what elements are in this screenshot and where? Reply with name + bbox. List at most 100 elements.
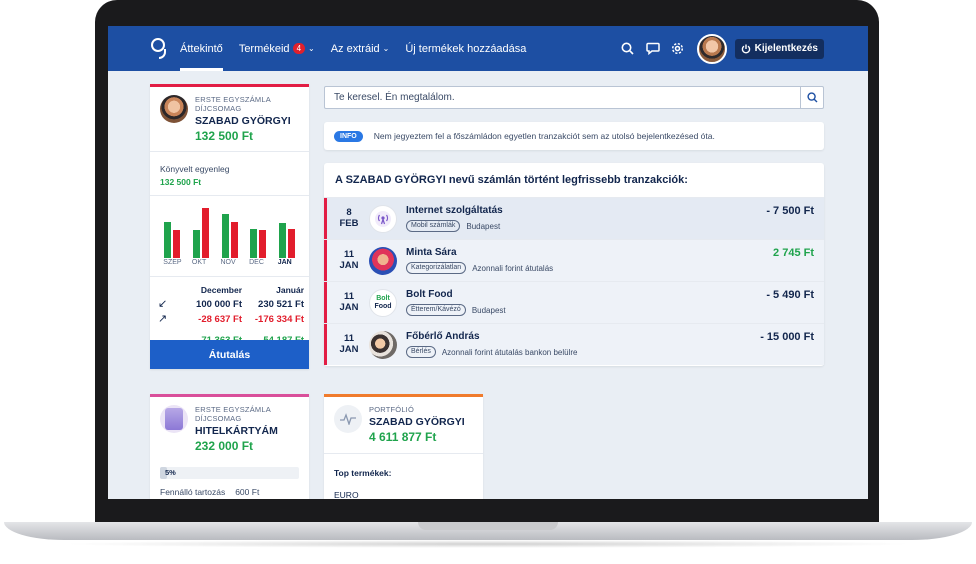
search-icon bbox=[806, 92, 817, 103]
account-owner: SZABAD GYÖRGYI bbox=[195, 115, 291, 127]
account-card[interactable]: ERSTE EGYSZÁMLA DÍJCSOMAG SZABAD GYÖRGYI… bbox=[150, 84, 309, 369]
transaction-amount: 2 745 Ft bbox=[773, 247, 814, 259]
nav-overview[interactable]: Áttekintő bbox=[180, 26, 223, 71]
bar-nov-income bbox=[221, 214, 229, 258]
contact-avatar bbox=[369, 331, 397, 359]
transaction-row[interactable]: 11 JAN Bolt Food Bolt Food Étterem/Kávézó B… bbox=[324, 281, 824, 323]
search-icon[interactable] bbox=[620, 41, 636, 57]
header-tools: Kijelentkezés bbox=[620, 33, 868, 64]
portfolio-card[interactable]: PORTFÓLIÓ SZABAD GYÖRGYI 4 611 877 Ft To… bbox=[324, 394, 483, 499]
income-december: 100 000 Ft bbox=[196, 299, 242, 310]
bar-okt-income bbox=[192, 230, 200, 258]
expense-january: -176 334 Ft bbox=[254, 314, 304, 325]
compare-col-december: December bbox=[200, 285, 242, 295]
divider bbox=[150, 195, 309, 196]
divider bbox=[150, 276, 309, 277]
user-avatar[interactable] bbox=[696, 33, 727, 64]
credit-card-name: HITELKÁRTYÁM bbox=[195, 425, 278, 437]
transaction-details: Étterem/Kávézó Budapest bbox=[406, 304, 506, 316]
transaction-details: Bérlés Azonnali forint átutalás bankon be… bbox=[406, 346, 578, 358]
transaction-month: JAN bbox=[339, 302, 359, 313]
transaction-row[interactable]: 11 JAN Főbérlő András Bérlés Azonnali fori… bbox=[324, 323, 824, 365]
transaction-details: Mobil számlák Budapest bbox=[406, 220, 500, 232]
account-balance: 132 500 Ft bbox=[195, 129, 254, 143]
bar-jan-income bbox=[278, 223, 286, 258]
bar-nov-expense bbox=[230, 222, 238, 258]
portfolio-owner: SZABAD GYÖRGYI bbox=[369, 416, 465, 428]
transaction-day: 11 bbox=[343, 333, 355, 344]
top-product-item: EURO bbox=[334, 490, 359, 499]
transaction-details: Kategorizálatlan Azonnali forint átutalás bbox=[406, 262, 553, 274]
booked-balance-value: 132 500 Ft bbox=[160, 177, 202, 187]
contact-avatar bbox=[369, 247, 397, 275]
credit-card-header: ERSTE EGYSZÁMLA DÍJCSOMAG HITELKÁRTYÁM 2… bbox=[150, 397, 309, 453]
transfer-button[interactable]: Átutalás bbox=[150, 340, 309, 369]
chart-months: SZEP OKT NOV DEC JAN bbox=[158, 258, 301, 270]
transaction-date: 11 JAN bbox=[337, 333, 361, 355]
month-label: SZEP bbox=[163, 259, 182, 266]
credit-card-type: ERSTE EGYSZÁMLA DÍJCSOMAG bbox=[195, 405, 271, 423]
portfolio-type: PORTFÓLIÓ bbox=[369, 405, 415, 414]
transactions-title: A SZABAD GYÖRGYI nevű számlán történt le… bbox=[335, 174, 688, 186]
nav-add-products[interactable]: Új termékek hozzáadása bbox=[405, 26, 526, 71]
transfer-label: Átutalás bbox=[208, 348, 251, 361]
transaction-amount: - 15 000 Ft bbox=[760, 331, 814, 343]
bar-szep-expense bbox=[173, 230, 181, 258]
transaction-date: 8 FEB bbox=[337, 207, 361, 229]
outstanding-debt: Fennálló tartozás 600 Ft bbox=[160, 487, 309, 497]
search-bar[interactable]: Te keresel. Én megtalálom. bbox=[324, 86, 824, 109]
search-input[interactable]: Te keresel. Én megtalálom. bbox=[334, 92, 800, 103]
transaction-row[interactable]: 11 JAN Minta Sára Kategorizálatlan Azonnal… bbox=[324, 239, 824, 281]
nav-extras[interactable]: Az extráid ⌄ bbox=[331, 26, 390, 71]
logout-button[interactable]: Kijelentkezés bbox=[734, 38, 824, 59]
booked-balance-label: Könyvelt egyenleg bbox=[160, 164, 230, 174]
credit-card-icon bbox=[160, 405, 188, 433]
credit-usage-label: 5% bbox=[165, 468, 176, 477]
info-text: Nem jegyeztem fel a főszámládon egyetlen… bbox=[373, 131, 715, 141]
transaction-row[interactable]: 8 FEB Internet szolgáltatás Mobil számlák… bbox=[324, 197, 824, 239]
credit-card-balance: 232 000 Ft bbox=[195, 439, 254, 453]
power-icon bbox=[741, 44, 750, 53]
broadcast-icon bbox=[369, 205, 397, 233]
bar-dec-expense bbox=[259, 230, 267, 258]
transaction-detail: Budapest bbox=[471, 305, 506, 315]
income-january: 230 521 Ft bbox=[258, 299, 304, 310]
category-tag[interactable]: Bérlés bbox=[406, 346, 436, 358]
transaction-day: 8 bbox=[346, 207, 352, 218]
transaction-detail: Azonnali forint átutalás bbox=[472, 263, 554, 273]
recent-transactions: A SZABAD GYÖRGYI nevű számlán történt le… bbox=[324, 163, 824, 366]
nav-products-label: Termékeid bbox=[238, 42, 290, 55]
bar-jan-expense bbox=[287, 229, 295, 258]
category-tag[interactable]: Étterem/Kávézó bbox=[406, 304, 466, 316]
account-avatar bbox=[160, 95, 188, 123]
transaction-month: JAN bbox=[339, 344, 359, 355]
gear-icon[interactable] bbox=[670, 41, 686, 57]
nav-products[interactable]: Termékeid 4 ⌄ bbox=[239, 26, 315, 71]
top-navigation-bar: Áttekintő Termékeid 4 ⌄ Az extráid ⌄ Új ter… bbox=[108, 26, 868, 71]
chat-icon[interactable] bbox=[645, 41, 661, 57]
food-logo-text: Food bbox=[374, 303, 392, 310]
month-label: NOV bbox=[220, 259, 236, 266]
transaction-detail: Azonnali forint átutalás bankon belülre bbox=[441, 347, 578, 357]
info-banner: INFO Nem jegyeztem fel a főszámládon egy… bbox=[324, 122, 824, 150]
month-label: JAN bbox=[277, 259, 292, 266]
category-tag[interactable]: Mobil számlák bbox=[406, 220, 461, 232]
arrow-down-left-icon: ↙ bbox=[158, 298, 168, 310]
monthly-bar-chart bbox=[158, 208, 301, 258]
credit-card-card[interactable]: ERSTE EGYSZÁMLA DÍJCSOMAG HITELKÁRTYÁM 2… bbox=[150, 394, 309, 499]
transaction-detail: Budapest bbox=[466, 221, 501, 231]
logout-label: Kijelentkezés bbox=[754, 43, 818, 54]
month-label: OKT bbox=[191, 259, 207, 266]
nav-add-products-label: Új termékek hozzáadása bbox=[405, 42, 527, 55]
credit-card-meta: ERSTE EGYSZÁMLA DÍJCSOMAG HITELKÁRTYÁM 2… bbox=[195, 405, 309, 453]
nav-extras-label: Az extráid bbox=[330, 42, 380, 55]
divider bbox=[150, 151, 309, 152]
search-button[interactable] bbox=[800, 87, 823, 108]
george-logo[interactable] bbox=[148, 35, 172, 63]
transaction-day: 11 bbox=[343, 249, 355, 260]
compare-col-january: Január bbox=[276, 285, 304, 295]
category-tag[interactable]: Kategorizálatlan bbox=[406, 262, 467, 274]
portfolio-header: PORTFÓLIÓ SZABAD GYÖRGYI 4 611 877 Ft bbox=[324, 397, 483, 444]
transaction-month: JAN bbox=[339, 260, 359, 271]
